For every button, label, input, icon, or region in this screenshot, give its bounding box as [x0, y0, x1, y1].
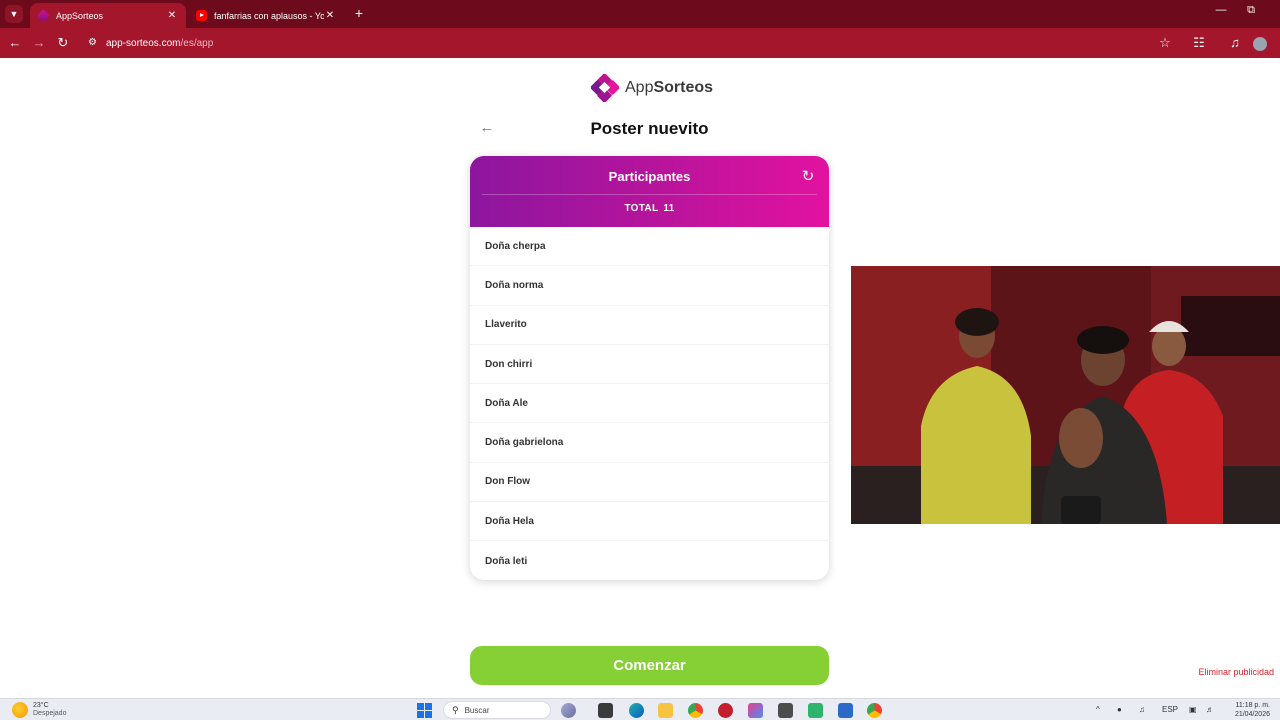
- opera-app-icon[interactable]: [718, 703, 733, 718]
- participants-title: Participantes: [608, 169, 691, 184]
- video-player[interactable]: [851, 266, 1280, 524]
- tray-overflow-icon[interactable]: ^: [1096, 705, 1100, 714]
- notepad-app-icon[interactable]: [838, 703, 853, 718]
- tab-title: fanfarrias con aplausos - YouTube: [214, 10, 324, 21]
- page-title: Poster nuevito: [590, 119, 709, 138]
- participants-list: Doña cherpa Doña norma Llaverito Don chi…: [470, 227, 829, 580]
- search-icon: ⚲: [452, 704, 459, 715]
- network-icon[interactable]: ▣: [1189, 705, 1197, 714]
- page-content: AppSorteos ← Poster nuevito Participante…: [0, 58, 1280, 698]
- participant-item: Doña gabrielona: [470, 423, 829, 463]
- volume-icon[interactable]: ♬: [1206, 705, 1214, 714]
- close-tab-icon[interactable]: ✕: [324, 10, 336, 21]
- chrome-profile-icon[interactable]: [867, 703, 882, 718]
- participants-card-header: Participantes ↻ TOTAL 11: [470, 156, 829, 227]
- weather-condition: Despejado: [33, 710, 67, 717]
- weather-widget[interactable]: 23°C Despejado: [12, 702, 66, 718]
- store-app-icon[interactable]: [748, 703, 763, 718]
- clock-date: 21/04/2026: [1234, 711, 1270, 718]
- taskbar-search[interactable]: ⚲ Buscar: [443, 701, 551, 719]
- language-indicator[interactable]: ESP: [1162, 705, 1178, 714]
- search-placeholder: Buscar: [464, 705, 490, 715]
- youtube-favicon-icon: [196, 10, 207, 21]
- participant-item: Doña Ale: [470, 384, 829, 424]
- tab-youtube[interactable]: fanfarrias con aplausos - YouTube ✕: [188, 3, 344, 28]
- participants-card: Participantes ↻ TOTAL 11 Doña cherpa Doña…: [470, 156, 829, 580]
- participant-item: Don chirri: [470, 345, 829, 385]
- whatsapp-app-icon[interactable]: [808, 703, 823, 718]
- media-control-icon[interactable]: ♫: [1226, 34, 1244, 52]
- participant-item: Doña leti: [485, 555, 528, 567]
- remove-ads-link[interactable]: Eliminar publicidad: [1198, 667, 1274, 677]
- copilot-app-icon[interactable]: [561, 703, 576, 718]
- clock-time: 11:18 p. m.: [1235, 702, 1270, 709]
- reload-icon[interactable]: ↻: [54, 34, 72, 52]
- logo-text-bold: Sorteos: [653, 79, 714, 96]
- profile-avatar[interactable]: [1251, 34, 1269, 52]
- participant-item: Don Flow: [470, 463, 829, 503]
- tab-appsorteos[interactable]: AppSorteos ✕: [30, 3, 186, 28]
- minimize-window-icon[interactable]: —: [1211, 4, 1231, 16]
- camera-app-icon[interactable]: [778, 703, 793, 718]
- browser-tab-bar: ▼ AppSorteos ✕ fanfarrias con aplausos -…: [0, 0, 1280, 28]
- windows-start-icon[interactable]: [417, 703, 432, 718]
- appsorteos-favicon-icon: [37, 9, 50, 22]
- back-icon[interactable]: ←: [6, 34, 24, 52]
- bookmark-star-icon[interactable]: ☆: [1156, 34, 1174, 52]
- file-explorer-icon[interactable]: [658, 703, 673, 718]
- forward-icon[interactable]: →: [30, 34, 48, 52]
- weather-moon-icon: [12, 702, 28, 718]
- participant-item: Doña Hela: [470, 502, 829, 542]
- appsorteos-logo[interactable]: AppSorteos: [590, 73, 713, 103]
- start-button[interactable]: Comenzar: [470, 646, 829, 685]
- logo-wordmark: AppSorteos: [625, 79, 713, 97]
- new-tab-button[interactable]: +: [351, 5, 367, 23]
- url-path: /es/app: [180, 37, 214, 49]
- participants-total: TOTAL 11: [470, 203, 829, 214]
- participant-item: Doña norma: [470, 266, 829, 306]
- header-divider: [482, 194, 817, 195]
- extensions-icon[interactable]: ☷: [1190, 34, 1208, 52]
- logo-mark-icon: [590, 73, 620, 103]
- total-count: 11: [663, 203, 675, 214]
- microphone-icon[interactable]: ♫: [1139, 705, 1145, 714]
- refresh-icon[interactable]: ↻: [799, 167, 817, 185]
- site-info-icon[interactable]: ⚙: [88, 37, 100, 49]
- participant-item: Doña cherpa: [470, 227, 829, 267]
- weather-temp: 23°C: [33, 702, 49, 709]
- tab-search-button[interactable]: ▼: [5, 5, 23, 23]
- tray-app-icon[interactable]: ●: [1117, 705, 1122, 714]
- address-bar[interactable]: ⚙ app-sorteos.com /es/app: [82, 32, 1182, 54]
- restore-window-icon[interactable]: ⧉: [1241, 4, 1261, 17]
- windows-taskbar: 23°C Despejado ⚲ Buscar ^ ● ♫ ESP ▣ ♬ 11…: [0, 698, 1280, 720]
- total-label: TOTAL: [624, 203, 659, 214]
- logo-text-regular: App: [625, 79, 654, 96]
- task-view-icon[interactable]: [598, 703, 613, 718]
- chrome-app-icon[interactable]: [688, 703, 703, 718]
- weather-text: 23°C Despejado: [33, 702, 66, 718]
- url-host: app-sorteos.com: [106, 37, 181, 49]
- participant-item: Llaverito: [470, 306, 829, 345]
- browser-toolbar: ← → ↻ ⚙ app-sorteos.com /es/app ☆ ☷ ♫: [0, 28, 1280, 58]
- edge-app-icon[interactable]: [629, 703, 644, 718]
- tab-title: AppSorteos: [56, 10, 104, 21]
- close-tab-icon[interactable]: ✕: [166, 10, 178, 21]
- taskbar-clock[interactable]: 11:18 p. m. 21/04/2026: [1235, 701, 1270, 719]
